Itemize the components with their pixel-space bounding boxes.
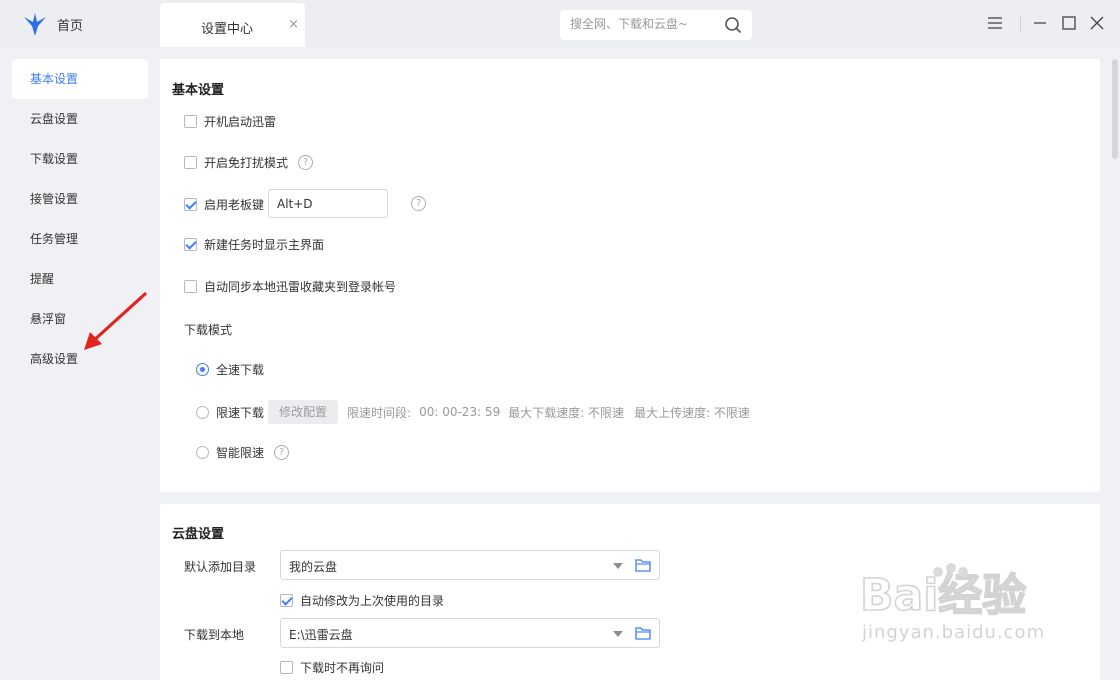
xunlei-logo-icon[interactable] <box>22 11 48 37</box>
mode-full-speed[interactable]: 全速下载 <box>196 361 264 378</box>
option-sync-favorites[interactable]: 自动同步本地迅雷收藏夹到登录帐号 <box>184 278 396 295</box>
option-label: 新建任务时显示主界面 <box>204 238 325 252</box>
option-label: 启用老板键 <box>204 198 265 212</box>
boss-key-input[interactable] <box>268 189 388 218</box>
option-autostart[interactable]: 开机启动迅雷 <box>184 113 276 130</box>
tab-settings-center[interactable]: 设置中心 × <box>160 3 305 47</box>
watermark-logo-text: Bai经验 <box>860 570 1026 621</box>
sidebar-item-takeover[interactable]: 接管设置 <box>12 179 148 219</box>
tab-label: 设置中心 <box>201 22 254 37</box>
cloud-settings-title: 云盘设置 <box>172 527 225 542</box>
help-icon[interactable]: ? <box>274 445 290 460</box>
autostart-checkbox[interactable] <box>184 115 197 128</box>
scrollbar-thumb[interactable] <box>1112 59 1118 159</box>
limit-period-label: 限速时间段: <box>347 405 412 420</box>
full-speed-radio[interactable] <box>196 363 209 376</box>
search-icon[interactable] <box>724 16 742 34</box>
basic-settings-title: 基本设置 <box>172 83 225 98</box>
download-mode-title: 下载模式 <box>184 323 233 337</box>
option-boss-key[interactable]: 启用老板键 <box>184 196 264 213</box>
help-icon[interactable]: ? <box>298 155 314 170</box>
auto-modify-checkbox[interactable] <box>280 594 293 607</box>
scrollbar[interactable] <box>1110 47 1120 680</box>
mode-label: 全速下载 <box>216 363 265 377</box>
title-separator <box>1020 17 1021 31</box>
help-icon[interactable]: ? <box>411 196 426 211</box>
close-icon[interactable] <box>1088 14 1106 32</box>
modify-config-button[interactable]: 修改配置 <box>268 400 339 424</box>
smart-radio[interactable] <box>196 446 209 459</box>
mode-limited[interactable]: 限速下载 修改配置 限速时间段: 00: 00-23: 59 最大下载速度: 不… <box>196 400 750 424</box>
option-label: 自动修改为上次使用的目录 <box>300 594 445 608</box>
baidu-watermark: Bai经验 jingyan.baidu.com <box>858 558 1068 658</box>
dnd-checkbox[interactable] <box>184 156 197 169</box>
sidebar-item-task-management[interactable]: 任务管理 <box>12 219 148 259</box>
option-label: 下载时不再询问 <box>300 661 385 675</box>
limit-period-value: 00: 00-23: 59 <box>419 405 501 419</box>
default-dir-label: 默认添加目录 <box>184 560 257 574</box>
maximize-icon[interactable] <box>1060 14 1078 32</box>
home-tab[interactable]: 首页 <box>57 15 83 34</box>
boss-key-help: ? <box>401 196 426 211</box>
option-show-main[interactable]: 新建任务时显示主界面 <box>184 236 324 253</box>
no-ask-checkbox[interactable] <box>280 661 293 674</box>
option-dnd[interactable]: 开启免打扰模式 ? <box>184 154 314 171</box>
sidebar-item-cloud[interactable]: 云盘设置 <box>12 99 148 139</box>
limited-radio[interactable] <box>196 405 209 419</box>
caret-down-icon[interactable] <box>613 563 623 569</box>
download-local-value: E:\迅雷云盘 <box>289 628 353 642</box>
boss-key-checkbox[interactable] <box>184 198 197 211</box>
mode-smart[interactable]: 智能限速 ? <box>196 444 290 461</box>
option-label: 开机启动迅雷 <box>204 115 277 129</box>
folder-icon[interactable] <box>635 558 651 572</box>
sidebar-item-basic[interactable]: 基本设置 <box>12 59 148 99</box>
sync-favorites-checkbox[interactable] <box>184 280 197 293</box>
basic-settings-panel: 基本设置 开机启动迅雷 开启免打扰模式 ? 启用老板键 ? 新建任务时显示主界面… <box>160 59 1100 492</box>
folder-icon[interactable] <box>635 626 651 640</box>
settings-sidebar: 基本设置 云盘设置 下载设置 接管设置 任务管理 提醒 悬浮窗 高级设置 <box>0 47 160 680</box>
red-arrow-icon <box>84 292 147 350</box>
minimize-icon[interactable] <box>1031 14 1049 32</box>
default-dir-select[interactable]: 我的云盘 <box>280 550 660 580</box>
option-label: 自动同步本地迅雷收藏夹到登录帐号 <box>204 280 397 294</box>
option-auto-modify-dir[interactable]: 自动修改为上次使用的目录 <box>280 592 444 609</box>
default-dir-value: 我的云盘 <box>289 560 338 574</box>
option-label: 开启免打扰模式 <box>204 156 289 170</box>
search-input[interactable] <box>570 17 720 31</box>
show-main-checkbox[interactable] <box>184 238 197 251</box>
download-local-label: 下载到本地 <box>184 628 245 642</box>
mode-label: 限速下载 <box>216 405 265 420</box>
sidebar-item-download[interactable]: 下载设置 <box>12 139 148 179</box>
download-local-select[interactable]: E:\迅雷云盘 <box>280 618 660 648</box>
menu-icon[interactable] <box>986 14 1004 32</box>
max-upload-speed: 最大上传速度: 不限速 <box>634 405 750 420</box>
tab-close-icon[interactable]: × <box>288 17 299 32</box>
title-bar: 首页 设置中心 × <box>0 0 1120 47</box>
search-box[interactable] <box>560 10 752 40</box>
baidu-paw-icon: Bai经验 <box>859 563 1027 622</box>
caret-down-icon[interactable] <box>613 631 623 637</box>
max-download-speed: 最大下载速度: 不限速 <box>508 405 625 420</box>
option-no-ask[interactable]: 下载时不再询问 <box>280 659 384 676</box>
mode-label: 智能限速 <box>216 446 265 460</box>
watermark-url: jingyan.baidu.com <box>862 622 1046 643</box>
